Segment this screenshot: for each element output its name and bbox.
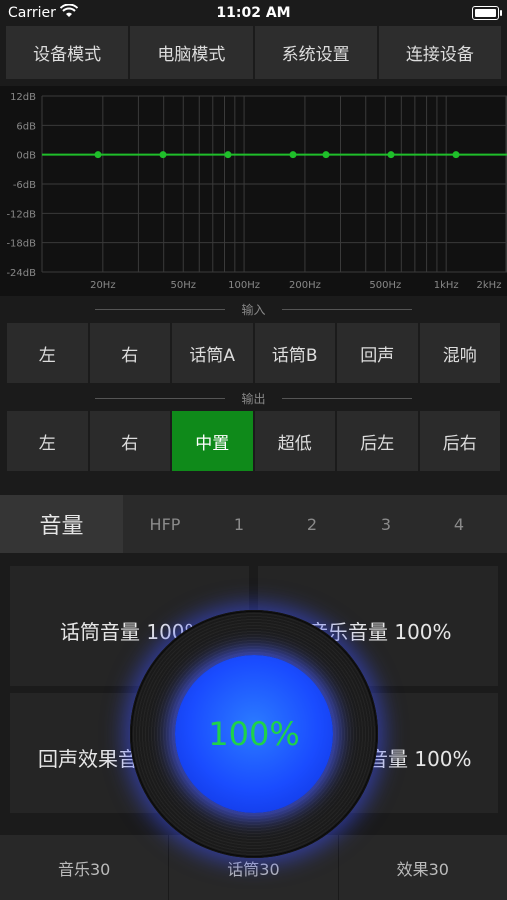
eq-band-point	[159, 151, 167, 159]
status-bar: Carrier 11:02 AM	[0, 0, 507, 26]
volume-knob[interactable]: 100%	[130, 610, 378, 858]
output-left-button[interactable]: 左	[7, 411, 88, 471]
eq-band-point	[322, 151, 330, 159]
output-rear-left-button[interactable]: 后左	[337, 411, 418, 471]
tab-1[interactable]: 1	[209, 495, 269, 553]
input-section-label: 输入	[241, 303, 266, 317]
input-mic-a-button[interactable]: 话筒A	[172, 323, 253, 383]
eq-band-point	[387, 151, 395, 159]
eq-x-tick-label: 500Hz	[369, 280, 401, 291]
divider	[282, 398, 412, 399]
input-right-button[interactable]: 右	[89, 323, 170, 383]
battery-icon	[472, 6, 502, 20]
input-echo-button[interactable]: 回声	[337, 323, 418, 383]
eq-x-tick-label: 200Hz	[289, 280, 321, 291]
eq-x-tick-label: 50Hz	[171, 280, 197, 291]
eq-graph[interactable]: 12dB 6dB 0dB -6dB -12dB -18dB -24dB 20Hz 50Hz 100…	[0, 86, 507, 296]
eq-x-tick-label: 20Hz	[90, 280, 116, 291]
eq-y-tick-label: -6dB	[13, 180, 36, 191]
pc-mode-button[interactable]: 电脑模式	[130, 26, 253, 79]
input-reverb-button[interactable]: 混响	[419, 323, 500, 383]
tab-volume[interactable]: 音量	[0, 495, 123, 553]
eq-x-tick-label: 2kHz	[477, 280, 502, 291]
eq-y-tick-label: 6dB	[16, 121, 36, 132]
volume-tabs: 音量 HFP 1 2 3 4	[0, 495, 507, 553]
effect-volume-label: 音量 100%	[368, 747, 472, 771]
output-subwoofer-button[interactable]: 超低	[254, 411, 335, 471]
output-section-label: 输出	[241, 392, 266, 406]
eq-band-point	[289, 151, 297, 159]
output-right-button[interactable]: 右	[89, 411, 170, 471]
divider	[282, 309, 412, 310]
knob-center[interactable]: 100%	[175, 655, 333, 813]
tab-4[interactable]: 4	[429, 495, 489, 553]
eq-x-tick-label: 100Hz	[228, 280, 260, 291]
eq-y-tick-label: -24dB	[6, 268, 36, 279]
tab-3[interactable]: 3	[356, 495, 416, 553]
output-rear-right-button[interactable]: 后右	[419, 411, 500, 471]
device-mode-button[interactable]: 设备模式	[6, 26, 129, 79]
input-left-button[interactable]: 左	[7, 323, 88, 383]
input-button-row: 左 右 话筒A 话筒B 回声 混响	[7, 323, 500, 383]
eq-band-point	[224, 151, 232, 159]
clock: 11:02 AM	[216, 5, 291, 21]
eq-band-point	[452, 151, 460, 159]
input-mic-b-button[interactable]: 话筒B	[254, 323, 335, 383]
effect-level-button[interactable]: 效果30	[338, 835, 507, 900]
output-button-row: 左 右 中置 超低 后左 后右	[7, 411, 500, 471]
output-center-button[interactable]: 中置	[172, 411, 253, 471]
eq-x-tick-label: 1kHz	[434, 280, 459, 291]
eq-band-point	[94, 151, 102, 159]
system-settings-button[interactable]: 系统设置	[254, 26, 377, 79]
eq-y-tick-label: 0dB	[16, 151, 36, 162]
knob-value: 100%	[208, 715, 300, 753]
eq-y-tick-label: -18dB	[6, 239, 36, 250]
tab-hfp[interactable]: HFP	[135, 495, 195, 553]
top-nav: 设备模式 电脑模式 系统设置 连接设备	[6, 26, 501, 79]
tab-2[interactable]: 2	[282, 495, 342, 553]
eq-chart[interactable]: 12dB 6dB 0dB -6dB -12dB -18dB -24dB 20Hz 50Hz 100…	[0, 86, 507, 296]
eq-y-tick-label: 12dB	[10, 92, 36, 103]
music-level-button[interactable]: 音乐30	[0, 835, 170, 900]
eq-y-tick-label: -12dB	[6, 209, 36, 220]
connect-device-button[interactable]: 连接设备	[378, 26, 501, 79]
